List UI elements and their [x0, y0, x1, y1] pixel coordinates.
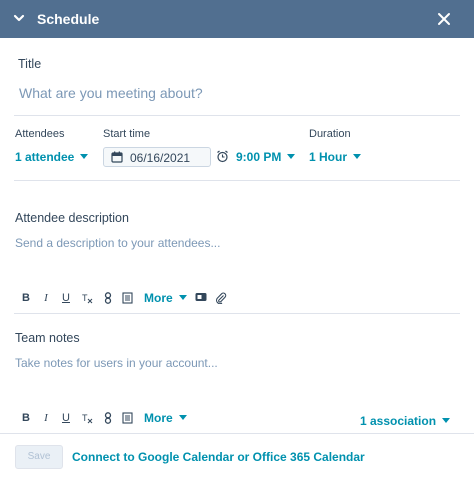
attendee-description-label: Attendee description	[15, 211, 129, 225]
description-toolbar: B I U T More	[19, 291, 459, 307]
attendee-description-input[interactable]: Send a description to your attendees...	[15, 236, 220, 250]
attendees-label: Attendees	[15, 128, 65, 140]
svg-text:T: T	[82, 413, 88, 423]
modal-title: Schedule	[37, 11, 100, 27]
title-input[interactable]: What are you meeting about?	[19, 85, 203, 101]
svg-text:T: T	[82, 293, 88, 303]
connect-calendar-link[interactable]: Connect to Google Calendar or Office 365…	[72, 450, 365, 464]
bold-icon[interactable]: B	[19, 411, 33, 425]
title-label: Title	[18, 57, 42, 71]
caret-down-icon	[178, 415, 187, 420]
italic-icon[interactable]: I	[39, 411, 53, 425]
more-dropdown[interactable]: More	[144, 291, 187, 305]
clock-icon	[217, 150, 228, 163]
save-button[interactable]: Save	[15, 445, 63, 469]
caret-down-icon	[353, 154, 362, 159]
link-icon[interactable]	[101, 291, 115, 305]
caret-down-icon	[287, 154, 296, 159]
caret-down-icon	[442, 418, 451, 423]
link-icon[interactable]	[101, 411, 115, 425]
modal-header: Schedule	[0, 0, 474, 38]
team-notes-label: Team notes	[15, 331, 80, 345]
divider	[0, 433, 474, 434]
clear-format-icon[interactable]: T	[81, 411, 95, 425]
attendees-dropdown[interactable]: 1 attendee	[15, 150, 89, 164]
duration-dropdown[interactable]: 1 Hour	[309, 150, 362, 164]
caret-down-icon	[178, 295, 187, 300]
association-dropdown[interactable]: 1 association	[360, 414, 451, 428]
underline-icon[interactable]: U	[59, 411, 73, 425]
chevron-down-icon[interactable]	[12, 11, 26, 25]
snippet-icon[interactable]	[120, 411, 134, 425]
divider	[14, 115, 460, 116]
bold-icon[interactable]: B	[19, 291, 33, 305]
date-input[interactable]: 06/16/2021	[103, 147, 211, 167]
italic-icon[interactable]: I	[39, 291, 53, 305]
divider	[14, 180, 460, 181]
snippet-icon[interactable]	[120, 291, 134, 305]
duration-label: Duration	[309, 128, 351, 140]
time-dropdown[interactable]: 9:00 PM	[236, 150, 296, 164]
close-icon[interactable]	[436, 11, 452, 27]
date-value: 06/16/2021	[130, 151, 191, 165]
team-notes-input[interactable]: Take notes for users in your account...	[15, 356, 218, 370]
caret-down-icon	[80, 154, 89, 159]
calendar-icon	[111, 151, 123, 163]
clear-format-icon[interactable]: T	[81, 291, 95, 305]
attachment-icon[interactable]	[214, 291, 228, 305]
more-dropdown[interactable]: More	[144, 411, 187, 425]
underline-icon[interactable]: U	[59, 291, 73, 305]
start-time-label: Start time	[103, 128, 151, 140]
video-icon[interactable]	[194, 291, 208, 305]
divider	[14, 313, 460, 314]
